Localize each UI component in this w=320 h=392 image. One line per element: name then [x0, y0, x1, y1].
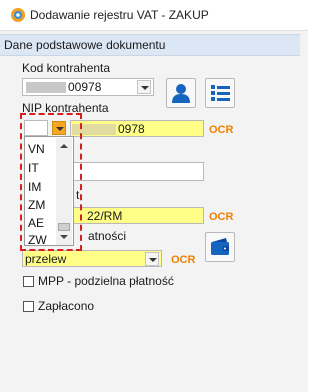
dialog-window: Dodawanie rejestru VAT - ZAKUP Dane pods… [0, 0, 308, 392]
select-contractor-button[interactable] [166, 78, 196, 108]
contractor-list-button[interactable] [205, 78, 235, 108]
wallet-icon [211, 238, 229, 255]
redacted-block [26, 82, 66, 93]
payment-method-value: przelew [25, 252, 67, 266]
kod-kontrahenta-combobox[interactable]: 00978 [22, 78, 154, 96]
payment-wallet-button[interactable] [205, 232, 235, 262]
section-title: Dane podstawowe dokumentu [4, 38, 166, 52]
mpp-checkbox[interactable] [23, 276, 34, 287]
windows-app-icon [11, 8, 25, 22]
hidden-row-input[interactable] [70, 162, 204, 181]
document-number-input[interactable]: 22/RM [70, 207, 204, 224]
section-header: Dane podstawowe dokumentu [0, 34, 300, 56]
document-number-value: 22/RM [87, 209, 123, 223]
payment-ocr-button[interactable]: OCR [171, 254, 195, 266]
mpp-label: MPP - podzielna płatność [38, 274, 174, 288]
kod-kontrahenta-label: Kod kontrahenta [22, 61, 111, 75]
kod-kontrahenta-dropdown-button[interactable] [137, 80, 151, 94]
person-icon [172, 84, 190, 103]
zaplacono-checkbox[interactable] [23, 301, 34, 312]
zaplacono-label: Zapłacono [38, 299, 95, 313]
payment-method-dropdown-button[interactable] [145, 252, 159, 266]
nip-input[interactable]: 0978 [70, 120, 204, 137]
nip-ocr-button[interactable]: OCR [209, 124, 233, 136]
title-bar: Dodawanie rejestru VAT - ZAKUP [0, 0, 308, 31]
payment-label-fragment: atności [88, 229, 127, 243]
annotation-highlight [20, 113, 82, 251]
kod-kontrahenta-value: 00978 [68, 80, 102, 94]
payment-method-combobox[interactable]: przelew [22, 250, 162, 267]
list-icon [211, 85, 230, 101]
window-title: Dodawanie rejestru VAT - ZAKUP [30, 8, 209, 22]
nip-value: 0978 [118, 122, 145, 136]
document-number-ocr-button[interactable]: OCR [209, 211, 233, 223]
